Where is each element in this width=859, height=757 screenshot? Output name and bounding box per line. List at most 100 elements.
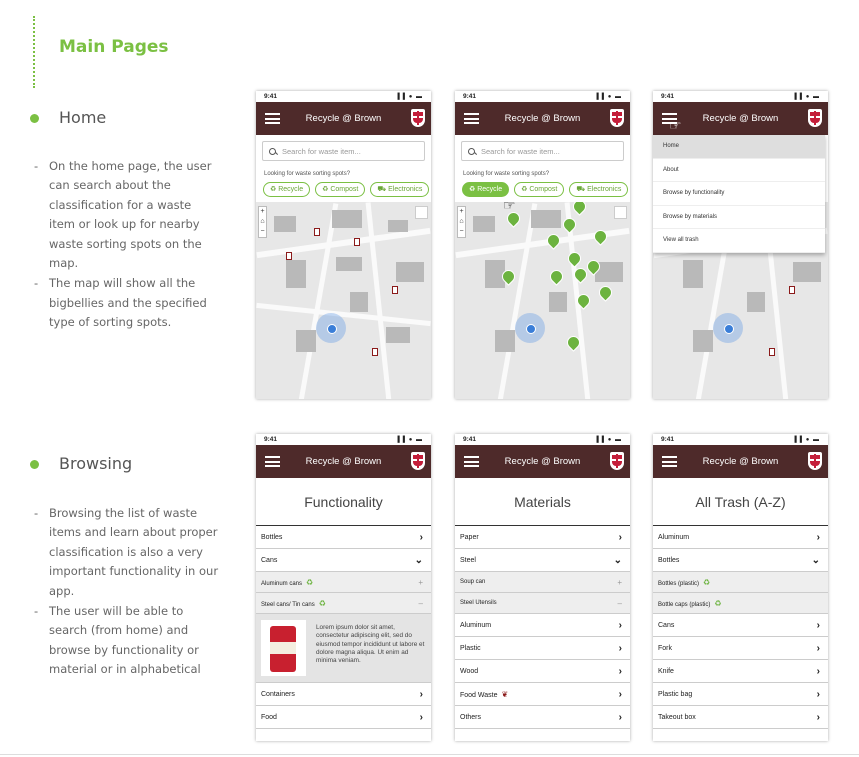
recycle-pin-icon[interactable]: [560, 215, 579, 234]
phone-materials: 9:41 ▐▐ ● ▬ Recycle @ Brown Materials Pap…: [455, 434, 630, 741]
bigbelly-icon[interactable]: [314, 228, 320, 236]
chevron-right-icon: ›: [419, 688, 423, 700]
app-title: Recycle @ Brown: [702, 456, 779, 467]
user-location-icon: [316, 313, 346, 343]
chip-recycle[interactable]: ♻ Recycle: [462, 182, 510, 197]
minus-icon: –: [418, 598, 423, 608]
zoom-control[interactable]: + ⌂ −: [258, 206, 267, 238]
list-item[interactable]: Bottles ⌄: [653, 549, 828, 572]
map-view[interactable]: + ⌂ −: [256, 202, 431, 399]
recycle-pin-icon[interactable]: [544, 231, 563, 250]
list-item[interactable]: Cans ⌄: [256, 549, 431, 572]
list-item[interactable]: Aluminum ›: [653, 526, 828, 549]
item-label: Bottles (plastic): [658, 580, 700, 587]
layers-icon[interactable]: [614, 206, 627, 219]
list-item[interactable]: Cans ›: [653, 614, 828, 637]
home-point: On the home page, the user can search ab…: [34, 157, 219, 273]
sub-list-item[interactable]: Steel Utensils –: [455, 593, 630, 614]
list-item[interactable]: Others ›: [455, 706, 630, 729]
home-description: On the home page, the user can search ab…: [34, 157, 219, 334]
status-time: 9:41: [264, 436, 278, 443]
list-item[interactable]: Takeout box ›: [653, 706, 828, 729]
bigbelly-icon[interactable]: [769, 348, 775, 356]
search-icon: [269, 147, 276, 155]
chip-compost[interactable]: ♻ Compost: [514, 182, 565, 197]
recycle-pin-icon[interactable]: [565, 249, 584, 268]
search-placeholder: Search for waste item...: [282, 146, 361, 156]
sub-list-item[interactable]: Bottle caps (plastic) ♻: [653, 593, 828, 614]
app-bar: Recycle @ Brown: [455, 102, 630, 135]
status-icons: ▐▐ ● ▬: [594, 436, 622, 443]
zoom-control[interactable]: + ⌂ −: [457, 206, 466, 238]
chevron-right-icon: ›: [816, 711, 820, 723]
menu-item-browse-functionality[interactable]: Browse by functionality: [653, 182, 825, 206]
chevron-right-icon: ›: [419, 711, 423, 723]
menu-icon[interactable]: [464, 113, 479, 124]
list-item[interactable]: Plastic bag ›: [653, 683, 828, 706]
item-label: Cans: [658, 621, 675, 629]
menu-item-home[interactable]: Home: [653, 135, 825, 159]
list-item[interactable]: Food ›: [256, 706, 431, 729]
status-time: 9:41: [463, 93, 477, 100]
chip-electronics[interactable]: ⛟ Electronics: [370, 182, 430, 197]
sub-list-item[interactable]: Aluminum cans ♻ +: [256, 572, 431, 593]
compost-icon: ❦: [501, 689, 509, 699]
home-point: The map will show all the bigbellies and…: [34, 274, 219, 332]
menu-item-about[interactable]: About: [653, 159, 825, 182]
sub-list-item[interactable]: Bottles (plastic) ♻: [653, 572, 828, 593]
recycle-pin-icon[interactable]: [570, 202, 589, 216]
list-header: All Trash (A-Z): [653, 478, 828, 526]
search-input[interactable]: Search for waste item...: [262, 141, 425, 161]
status-icons: ▐▐ ● ▬: [594, 93, 622, 100]
status-icons: ▐▐ ● ▬: [792, 93, 820, 100]
chevron-down-icon: ⌄: [811, 554, 820, 566]
menu-icon[interactable]: [265, 456, 280, 467]
recycle-pin-icon[interactable]: [596, 283, 615, 302]
item-label: Food Waste: [460, 691, 498, 699]
list-item[interactable]: Fork ›: [653, 637, 828, 660]
list-item[interactable]: Paper ›: [455, 526, 630, 549]
list-item[interactable]: Food Waste ❦ ›: [455, 683, 630, 706]
chip-recycle[interactable]: ♻ Recycle: [263, 182, 311, 197]
section-divider-line: [33, 16, 35, 88]
status-bar: 9:41 ▐▐ ● ▬: [455, 91, 630, 102]
list-item[interactable]: Wood ›: [455, 660, 630, 683]
list-item[interactable]: Aluminum ›: [455, 614, 630, 637]
list-item[interactable]: Plastic ›: [455, 637, 630, 660]
menu-item-view-all-trash[interactable]: View all trash: [653, 229, 825, 253]
chip-compost[interactable]: ♻ Compost: [315, 182, 366, 197]
home-section-title: Home: [59, 108, 107, 127]
status-time: 9:41: [661, 436, 675, 443]
bigbelly-icon[interactable]: [392, 286, 398, 294]
menu-icon[interactable]: [662, 456, 677, 467]
chip-electronics[interactable]: ⛟ Electronics: [569, 182, 629, 197]
sub-list-item[interactable]: Soup can +: [455, 572, 630, 593]
search-input[interactable]: Search for waste item...: [461, 141, 624, 161]
recycle-pin-icon[interactable]: [547, 267, 566, 286]
bigbelly-icon[interactable]: [372, 348, 378, 356]
list-item[interactable]: Knife ›: [653, 660, 828, 683]
status-time: 9:41: [463, 436, 477, 443]
bigbelly-icon[interactable]: [286, 252, 292, 260]
item-label: Aluminum cans: [261, 580, 303, 587]
layers-icon[interactable]: [415, 206, 428, 219]
item-label: Steel: [460, 556, 476, 564]
menu-icon[interactable]: [464, 456, 479, 467]
list-item[interactable]: Steel ⌄: [455, 549, 630, 572]
app-bar: Recycle @ Brown: [653, 445, 828, 478]
menu-item-browse-materials[interactable]: Browse by materials: [653, 206, 825, 229]
bigbelly-icon[interactable]: [789, 286, 795, 294]
brown-crest-icon: [808, 109, 822, 127]
bigbelly-icon[interactable]: [354, 238, 360, 246]
sub-list-item[interactable]: Steel cans/ Tin cans ♻ –: [256, 593, 431, 614]
browsing-bullet-icon: [30, 460, 39, 469]
item-label: Cans: [261, 556, 278, 564]
brown-crest-icon: [610, 109, 624, 127]
list-item[interactable]: Containers ›: [256, 683, 431, 706]
app-bar: Recycle @ Brown: [256, 445, 431, 478]
chevron-down-icon: ⌄: [414, 554, 423, 566]
status-time: 9:41: [264, 93, 278, 100]
list-item[interactable]: Bottles ›: [256, 526, 431, 549]
menu-icon[interactable]: [265, 113, 280, 124]
map-view[interactable]: + ⌂ −: [455, 202, 630, 399]
